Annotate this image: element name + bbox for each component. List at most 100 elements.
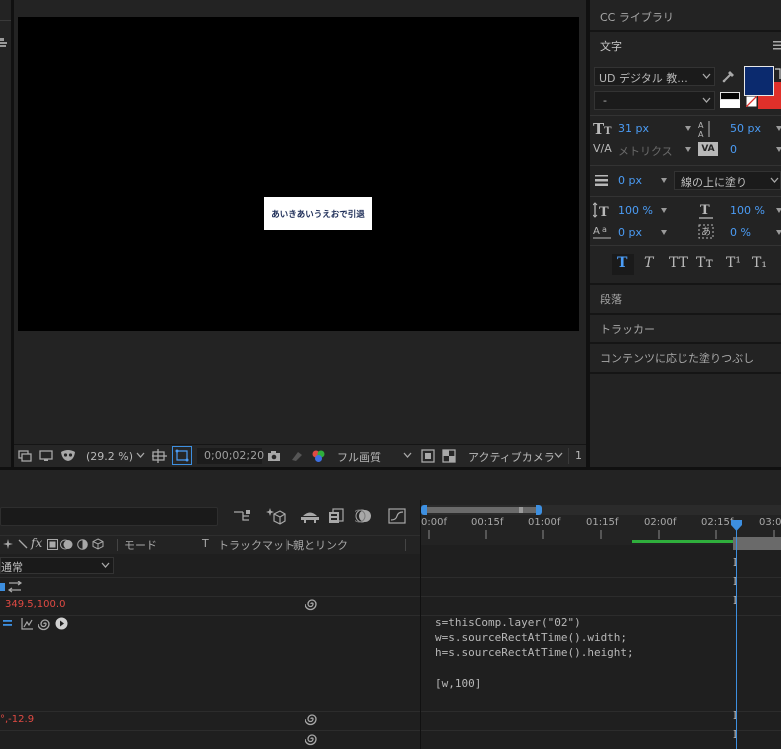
property-value-red[interactable]: 349.5,100.0	[5, 599, 65, 610]
blend-mode-dropdown[interactable]: 通常	[0, 557, 114, 574]
eyedropper-icon[interactable]	[721, 68, 737, 84]
expression-enable-icon[interactable]	[3, 619, 13, 629]
svg-text:A: A	[698, 130, 704, 138]
left-panel-strip	[0, 0, 11, 467]
font-style-dropdown[interactable]: -	[594, 91, 715, 110]
transparency-grid-icon[interactable]	[442, 449, 456, 463]
svg-text:T: T	[700, 203, 710, 218]
composition-viewer[interactable]: あいきあいうえおで引退	[14, 0, 586, 444]
panel-menu-icon[interactable]	[0, 38, 8, 48]
stroke-option-dropdown[interactable]: 線の上に塗り	[674, 171, 781, 190]
timeline-panel: fx モード T トラックマット 親とリンク 通常 349.5,100.0 °,…	[0, 470, 781, 749]
chevron-down-icon	[136, 452, 145, 459]
zoom-dropdown[interactable]: (29.2 %)	[80, 449, 146, 464]
layer-search-input[interactable]	[0, 507, 218, 526]
camera-icon[interactable]	[267, 450, 281, 462]
current-time-field[interactable]: 0;00;02;20	[197, 448, 265, 464]
text-layer-box[interactable]: あいきあいうえおで引退	[264, 197, 372, 230]
kerning-value[interactable]: メトリクス	[618, 143, 673, 159]
tsume-value[interactable]: 0 %	[730, 226, 751, 239]
view-layout-value[interactable]: 1	[575, 449, 582, 462]
color-channels-icon[interactable]	[311, 449, 326, 463]
frame-blending-icon[interactable]	[328, 508, 344, 524]
svg-text:a: a	[602, 225, 607, 234]
font-family-dropdown[interactable]: UD デジタル 教...	[594, 67, 715, 86]
monitor-icon[interactable]	[39, 450, 53, 462]
viewer-toolbar: (29.2 %) 0;00;02;20 フル画質 アクティブカメラ 1	[14, 444, 586, 468]
region-of-interest-icon[interactable]	[172, 446, 192, 465]
paragraph-tab[interactable]: 段落	[590, 285, 781, 313]
time-navigator-end-handle[interactable]	[536, 505, 542, 515]
right-panel: CC ライブラリ 文字 UD デジタル 教... - TT 31 px AA 5…	[590, 0, 781, 467]
small-caps-button[interactable]: Tт	[696, 255, 713, 271]
property-value-red-2[interactable]: °,-12.9	[0, 714, 34, 725]
panel-menu-icon[interactable]	[773, 41, 781, 50]
time-ruler[interactable]: 0:00f 00:15f 01:00f 01:15f 02:00f 02:15f…	[421, 515, 781, 545]
current-time-value: 0;00;02;20	[204, 449, 265, 462]
svg-text:あ: あ	[701, 226, 711, 238]
horizontal-scale-value[interactable]: 100 %	[730, 204, 765, 217]
leading-value[interactable]: 50 px	[730, 122, 761, 135]
subscript-button[interactable]: T₁	[752, 255, 767, 271]
chevron-down-icon	[101, 562, 110, 569]
swap-colors-icon[interactable]	[774, 68, 781, 80]
horizontal-scale-icon: T	[698, 202, 716, 220]
motion-blur-icon[interactable]	[355, 508, 373, 524]
ruler-label: 00:15f	[471, 517, 504, 528]
pick-whip-icon[interactable]	[305, 597, 319, 611]
adjustment-layer-switch-icon	[77, 539, 88, 550]
font-size-icon: TT	[593, 120, 612, 138]
expression-language-menu-icon[interactable]	[55, 617, 68, 630]
faux-bold-button[interactable]: T	[612, 254, 634, 275]
quality-dropdown[interactable]: フル画質	[331, 448, 416, 464]
expression-line: [w,100]	[435, 677, 482, 690]
fill-color-swatch[interactable]	[744, 66, 774, 96]
expression-editor[interactable]: s=thisComp.layer("02") w=s.sourceRectAtT…	[435, 616, 735, 710]
draft-3d-icon[interactable]	[266, 507, 286, 525]
ruler-label: 03:0	[759, 517, 781, 528]
stroke-width-value[interactable]: 0 px	[618, 174, 642, 187]
fast-previews-icon[interactable]	[421, 449, 435, 463]
svg-text:A: A	[698, 121, 704, 130]
mask-visibility-icon[interactable]	[60, 449, 76, 462]
expression-graph-icon[interactable]	[21, 617, 34, 630]
tracker-label: トラッカー	[600, 323, 655, 336]
font-size-value[interactable]: 31 px	[618, 122, 649, 135]
content-aware-fill-tab[interactable]: コンテンツに応じた塗りつぶし	[590, 344, 781, 372]
mode-column-header: モード	[124, 539, 157, 552]
expression-pick-whip-icon[interactable]	[38, 617, 52, 631]
track-matte-column-header: トラックマット	[218, 539, 295, 552]
all-caps-button[interactable]: TT	[669, 255, 688, 271]
playhead[interactable]	[730, 520, 743, 749]
align-distribute-icon[interactable]	[0, 581, 24, 593]
graph-editor-icon[interactable]	[388, 508, 406, 524]
show-snapshot-icon[interactable]	[290, 450, 304, 462]
vertical-scale-value[interactable]: 100 %	[618, 204, 653, 217]
cc-libraries-tab[interactable]: CC ライブラリ	[590, 0, 781, 30]
quality-value: フル画質	[337, 451, 381, 464]
blend-mode-value: 通常	[1, 561, 23, 574]
resolution-grid-icon[interactable]	[152, 449, 168, 463]
pick-whip-icon[interactable]	[305, 732, 319, 746]
composition-canvas[interactable]: あいきあいうえおで引退	[18, 17, 579, 331]
ruler-label: 02:15f	[701, 517, 734, 528]
tracker-tab[interactable]: トラッカー	[590, 315, 781, 343]
snapshot-display-icon[interactable]	[18, 450, 32, 462]
camera-dropdown[interactable]: アクティブカメラ	[462, 448, 566, 464]
time-graph[interactable]: s=thisComp.layer("02") w=s.sourceRectAtT…	[421, 537, 781, 749]
time-navigator-start-handle[interactable]	[421, 505, 427, 515]
baseline-shift-value[interactable]: 0 px	[618, 226, 642, 239]
composition-mini-flowchart-icon[interactable]	[233, 509, 251, 523]
expression-line: w=s.sourceRectAtTime().width;	[435, 631, 628, 644]
baseline-shift-icon: Aa	[593, 224, 613, 240]
faux-italic-button[interactable]: T	[644, 255, 653, 271]
tracking-value[interactable]: 0	[730, 143, 737, 156]
shy-layers-icon[interactable]	[301, 508, 319, 524]
black-white-swatch[interactable]	[720, 92, 740, 108]
no-color-icon[interactable]	[746, 96, 757, 107]
content-aware-fill-label: コンテンツに応じた塗りつぶし	[600, 352, 755, 365]
ruler-label: 01:15f	[586, 517, 619, 528]
time-navigator[interactable]	[421, 505, 781, 515]
pick-whip-icon[interactable]	[305, 712, 319, 726]
superscript-button[interactable]: T¹	[726, 255, 741, 271]
